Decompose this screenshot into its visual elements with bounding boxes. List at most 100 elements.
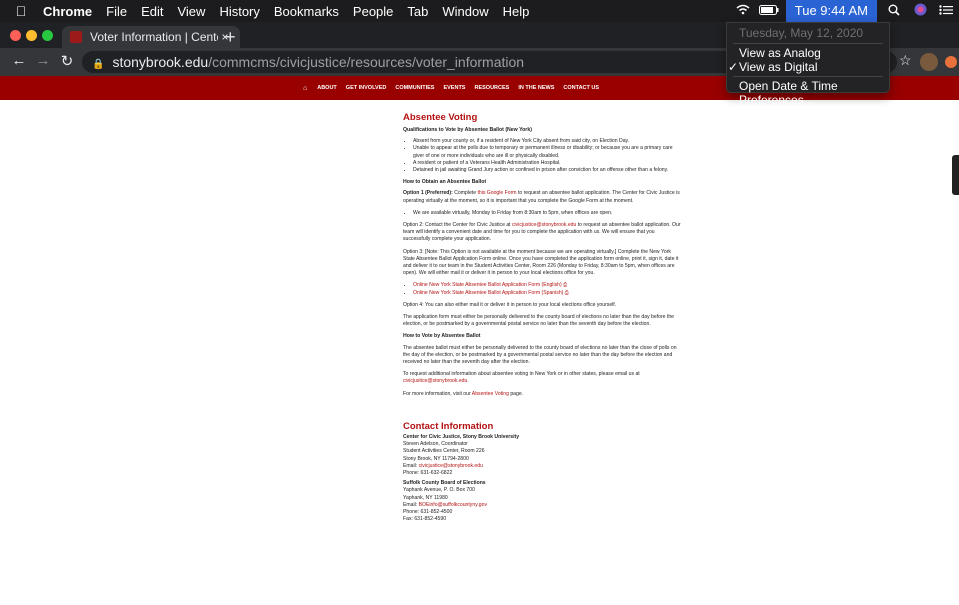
email-link[interactable]: civicjustice@stonybrook.edu — [403, 378, 467, 384]
contact-title: Contact Information — [403, 420, 494, 432]
list-item: Absent from your county or, if a residen… — [413, 138, 681, 145]
email-link[interactable]: civicjustice@stonybrook.edu — [512, 222, 576, 228]
ccj-line: Student Activities Center, Room 226 — [403, 448, 485, 455]
list-item: We are available virtually, Monday to Fr… — [413, 210, 681, 217]
side-tab-handle[interactable] — [952, 155, 959, 195]
bookmark-star-icon[interactable]: ☆ — [899, 52, 912, 69]
ccj-email-link[interactable]: civicjustice@stonybrook.edu — [419, 463, 483, 469]
email-label: Email: — [403, 462, 419, 469]
list-item: A resident or patient of a Veterans Heal… — [413, 160, 681, 167]
reload-icon[interactable]: ↻ — [58, 52, 76, 70]
contact-section: Contact Information Center for Civic Jus… — [403, 421, 681, 523]
ccj-line: Stony Brook, NY 11794-2800 — [403, 455, 469, 462]
tab-title: Voter Information | Center for C — [90, 30, 218, 44]
request-text: To request additional information about … — [403, 371, 640, 378]
url-host: stonybrook.edu — [112, 54, 209, 70]
form-link-spanish[interactable]: Online New York State Absentee Ballot Ap… — [413, 290, 563, 296]
option-1-label: Option 1 (Preferred): — [403, 190, 453, 197]
menu-view[interactable]: View — [170, 4, 212, 19]
app-menu-chrome[interactable]: Chrome — [36, 4, 99, 19]
qualifications-list: Absent from your county or, if a residen… — [413, 138, 681, 174]
pdf-icon: ⎙ — [563, 282, 568, 289]
checkmark-icon: ✓ — [727, 60, 739, 74]
suffolk-name: Suffolk County Board of Elections — [403, 480, 486, 487]
profile-avatar[interactable] — [920, 53, 938, 71]
absentee-voting-link[interactable]: Absentee Voting — [472, 391, 509, 397]
suffolk-line: Yaphank, NY 11980 — [403, 494, 448, 501]
request-text: . — [467, 378, 469, 385]
ccj-name: Center for Civic Justice, Stony Brook Un… — [403, 433, 520, 440]
window-close-button[interactable] — [10, 30, 21, 41]
wifi-icon[interactable] — [730, 4, 756, 18]
date-time-preferences-option[interactable]: Open Date & Time Preferences... — [727, 79, 889, 107]
window-zoom-button[interactable] — [42, 30, 53, 41]
apple-icon[interactable]:  — [6, 3, 36, 19]
menu-edit[interactable]: Edit — [134, 4, 170, 19]
google-form-link[interactable]: this Google Form — [477, 190, 516, 196]
url-path: /commcms/civicjustice/resources/voter_in… — [208, 54, 525, 70]
view-as-analog-option[interactable]: View as Analog — [727, 46, 889, 60]
control-list-icon[interactable] — [933, 4, 959, 18]
new-tab-button[interactable]: + — [225, 26, 236, 48]
menu-people[interactable]: People — [346, 4, 400, 19]
menu-bar-clock[interactable]: Tue 9:44 AM — [785, 0, 877, 22]
nav-get-involved[interactable]: GET INVOLVED — [346, 85, 387, 91]
menu-history[interactable]: History — [212, 4, 266, 19]
status-area: Tue 9:44 AM — [730, 0, 959, 22]
browser-tab[interactable]: Voter Information | Center for C × — [62, 26, 240, 48]
nav-communities[interactable]: COMMUNITIES — [395, 85, 434, 91]
obtain-heading: How to Obtain an Absentee Ballot — [403, 179, 487, 186]
ccj-line: Steven Adelson, Coordinator — [403, 441, 468, 448]
option-1-paragraph: Option 1 (Preferred): Complete this Goog… — [403, 190, 681, 204]
suffolk-phone: Phone: 631-852-4500 — [403, 508, 453, 515]
menu-file[interactable]: File — [99, 4, 134, 19]
ccj-phone: Phone: 631-632-6822 — [403, 469, 453, 476]
clock-dropdown-menu: Tuesday, May 12, 2020 View as Analog ✓Vi… — [726, 22, 890, 107]
page-title: Absentee Voting — [403, 112, 478, 123]
qualifications-heading: Qualifications to Vote by Absentee Ballo… — [403, 127, 532, 133]
vote-paragraph: The absentee ballot must either be perso… — [403, 344, 677, 366]
menu-divider — [733, 43, 883, 44]
menu-divider — [733, 76, 883, 77]
option-1-text: Complete — [452, 190, 478, 197]
extension-icon[interactable] — [945, 56, 957, 68]
menu-tab[interactable]: Tab — [400, 4, 435, 19]
nav-about[interactable]: ABOUT — [317, 85, 337, 91]
window-minimize-button[interactable] — [26, 30, 37, 41]
vote-heading: How to Vote by Absentee Ballot — [403, 333, 481, 340]
option-1-list: We are available virtually, Monday to Fr… — [413, 210, 681, 217]
lock-icon[interactable]: 🔒 — [92, 59, 104, 70]
more-info-text: page. — [508, 390, 524, 397]
menu-window[interactable]: Window — [435, 4, 495, 19]
menu-bookmarks[interactable]: Bookmarks — [267, 4, 346, 19]
menu-help[interactable]: Help — [496, 4, 537, 19]
nav-contact-us[interactable]: CONTACT US — [563, 85, 599, 91]
deadline-paragraph: The application form must either be pers… — [403, 314, 674, 328]
pdf-icon: ⎙ — [564, 289, 569, 296]
suffolk-contact-block: Suffolk County Board of Elections Yaphan… — [403, 480, 681, 523]
list-item: Detained in jail awaiting Grand Jury act… — [413, 167, 681, 174]
form-links-list: Online New York State Absentee Ballot Ap… — [413, 282, 681, 296]
suffolk-email-link[interactable]: BOEinfo@suffolkcountyny.gov — [419, 502, 487, 508]
siri-icon[interactable] — [907, 3, 933, 19]
home-icon[interactable]: ⌂ — [303, 85, 307, 92]
option-label: View as Digital — [739, 60, 818, 74]
form-link-english[interactable]: Online New York State Absentee Ballot Ap… — [413, 282, 562, 288]
option-4-paragraph: Option 4: You can also either mail it or… — [403, 301, 617, 308]
nav-events[interactable]: EVENTS — [443, 85, 465, 91]
site-favicon — [70, 31, 82, 43]
forward-arrow-icon[interactable]: → — [34, 52, 52, 69]
nav-in-the-news[interactable]: IN THE NEWS — [518, 85, 554, 91]
more-info-paragraph: For more information, visit our Absentee… — [403, 391, 681, 398]
main-content: Absentee Voting Qualifications to Vote b… — [403, 112, 681, 526]
suffolk-fax: Fax: 631-852-4590 — [403, 516, 447, 523]
search-icon[interactable] — [881, 4, 907, 19]
view-as-digital-option[interactable]: ✓View as Digital — [727, 60, 889, 74]
suffolk-line: Yaphank Avenue, P. O. Box 700 — [403, 487, 475, 494]
ccj-contact-block: Center for Civic Justice, Stony Brook Un… — [403, 434, 681, 477]
nav-resources[interactable]: RESOURCES — [474, 85, 509, 91]
back-arrow-icon[interactable]: ← — [10, 52, 28, 69]
list-item: Unable to appear at the polls due to tem… — [413, 145, 681, 159]
battery-icon[interactable] — [756, 4, 782, 18]
